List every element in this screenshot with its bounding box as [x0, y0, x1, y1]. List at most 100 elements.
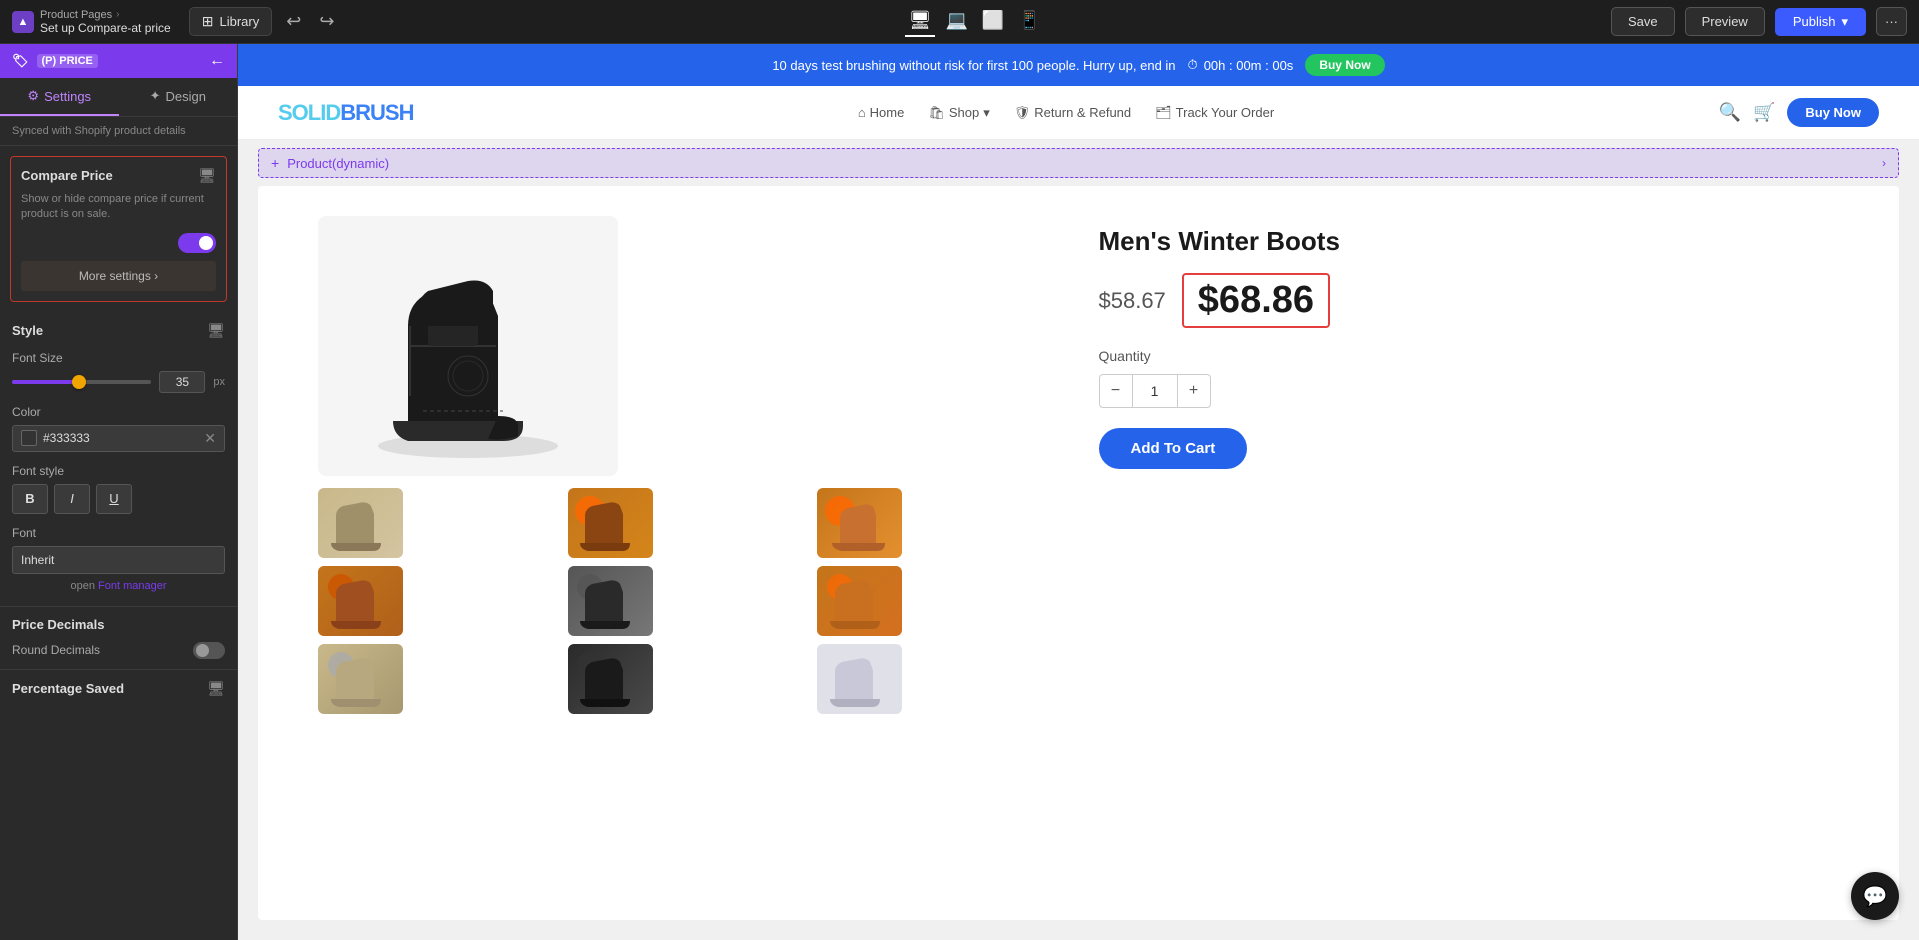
mobile-icon[interactable]: 📱: [1014, 6, 1044, 37]
shop-icon: 🛍: [928, 105, 945, 121]
round-decimals-toggle[interactable]: [193, 642, 225, 659]
font-size-input[interactable]: 35: [159, 371, 205, 393]
compare-price-device-icon: 🖥: [198, 167, 216, 184]
compare-price-toggle[interactable]: [178, 233, 216, 253]
price-decimals-section: Price Decimals Round Decimals: [0, 607, 237, 670]
nav-track-label: Track Your Order: [1176, 105, 1275, 120]
bold-button[interactable]: B: [12, 484, 48, 514]
desktop-icon[interactable]: 🖥: [905, 6, 936, 37]
chat-icon[interactable]: 💬: [1851, 872, 1899, 920]
style-header: Style 🖥: [12, 322, 225, 339]
main-content: 🏷 (P) PRICE ← ⚙ Settings ✦ Design Synced…: [0, 44, 1919, 940]
product-details: Men's Winter Boots $58.67 $68.86 Quantit…: [1099, 216, 1840, 890]
publish-button[interactable]: Publish ▾: [1775, 8, 1866, 36]
color-hex-value: #333333: [43, 431, 198, 445]
font-manager-link[interactable]: Font manager: [98, 580, 166, 592]
font-size-label: Font Size: [12, 351, 225, 365]
nav-track-order[interactable]: 🗂 Track Your Order: [1155, 105, 1274, 121]
thumbnail-1[interactable]: [318, 488, 403, 558]
top-bar: ▲ Product Pages › Set up Compare-at pric…: [0, 0, 1919, 44]
font-manager-row: open Font manager: [12, 580, 225, 592]
thumbnail-grid: [318, 488, 1059, 714]
thumbnail-4[interactable]: [318, 566, 403, 636]
style-section: Style 🖥 Font Size 35 px Color #333333 ✕: [0, 312, 237, 607]
thumbnail-9[interactable]: [817, 644, 902, 714]
slider-thumb[interactable]: [72, 375, 86, 389]
font-select[interactable]: Inherit: [12, 546, 225, 574]
chat-bubble-icon: 💬: [1863, 884, 1888, 909]
round-decimals-label: Round Decimals: [12, 643, 100, 657]
chevron-icon: ▾: [983, 105, 990, 121]
percentage-device-icon: 🖥: [207, 680, 225, 697]
search-icon[interactable]: 🔍: [1719, 102, 1741, 123]
preview-button[interactable]: Preview: [1685, 7, 1765, 36]
sidebar-tabs: ⚙ Settings ✦ Design: [0, 78, 237, 117]
style-title: Style: [12, 323, 43, 338]
laptop-icon[interactable]: 💻: [941, 6, 971, 37]
logo-area: ▲ Product Pages › Set up Compare-at pric…: [12, 9, 171, 35]
logo-solid: SOLID: [278, 100, 340, 125]
tablet-icon[interactable]: ⬜: [978, 6, 1008, 37]
thumbnail-3[interactable]: [817, 488, 902, 558]
thumbnail-2[interactable]: [568, 488, 653, 558]
synced-notice: Synced with Shopify product details: [0, 117, 237, 146]
font-size-slider[interactable]: [12, 380, 151, 384]
nav-home-label: Home: [870, 105, 905, 120]
color-input[interactable]: #333333 ✕: [12, 425, 225, 452]
more-options-button[interactable]: ···: [1876, 7, 1907, 36]
italic-button[interactable]: I: [54, 484, 90, 514]
font-select-row: Inherit: [12, 546, 225, 574]
grid-icon: ⊞: [202, 13, 214, 30]
product-dynamic-banner[interactable]: + Product(dynamic) ›: [258, 148, 1899, 178]
store-nav-icons: 🔍 🛒 Buy Now: [1719, 98, 1879, 127]
price-decimals-title: Price Decimals: [12, 617, 225, 632]
breadcrumb: Product Pages ›: [40, 9, 171, 21]
add-to-cart-button[interactable]: Add To Cart: [1099, 428, 1248, 469]
nav-return-refund[interactable]: 🛡 Return & Refund: [1014, 105, 1131, 121]
nav-shop-label: Shop: [949, 105, 979, 120]
countdown-timer: ⏱ 00h : 00m : 00s: [1188, 57, 1294, 73]
save-button[interactable]: Save: [1611, 7, 1675, 36]
library-label: Library: [219, 14, 259, 29]
tab-design[interactable]: ✦ Design: [119, 78, 238, 116]
font-size-slider-row: 35 px: [12, 371, 225, 393]
timer-value: 00h : 00m : 00s: [1204, 58, 1294, 73]
sidebar-title: 🏷 (P) PRICE: [12, 53, 98, 69]
design-tab-label: Design: [165, 89, 205, 104]
compare-price-description: Show or hide compare price if current pr…: [21, 192, 216, 223]
store-nav-buy-button[interactable]: Buy Now: [1787, 98, 1879, 127]
percentage-saved-section: Percentage Saved 🖥: [0, 670, 237, 707]
style-device-icon: 🖥: [207, 322, 225, 339]
thumbnail-5[interactable]: [568, 566, 653, 636]
more-settings-button[interactable]: More settings ›: [21, 261, 216, 291]
track-icon: 🗂: [1155, 105, 1172, 121]
color-swatch: [21, 430, 37, 446]
p-price-icon: 🏷: [12, 53, 29, 69]
slider-fill: [12, 380, 75, 384]
undo-button[interactable]: ↩: [282, 7, 305, 36]
color-clear-icon[interactable]: ✕: [204, 430, 216, 447]
chevron-down-icon: ▾: [1841, 14, 1848, 30]
main-product-image: [318, 216, 618, 476]
breadcrumb-text: Product Pages: [40, 9, 112, 21]
settings-icon: ⚙: [27, 88, 39, 104]
cart-icon[interactable]: 🛒: [1753, 102, 1775, 123]
tab-settings[interactable]: ⚙ Settings: [0, 78, 119, 116]
color-row: #333333 ✕: [12, 425, 225, 452]
announcement-buy-now-button[interactable]: Buy Now: [1305, 54, 1384, 76]
thumbnail-8[interactable]: [568, 644, 653, 714]
library-button[interactable]: ⊞ Library: [189, 7, 272, 36]
compare-price-title: Compare Price: [21, 168, 113, 183]
compare-price-section: Compare Price 🖥 Show or hide compare pri…: [10, 156, 227, 302]
product-title: Men's Winter Boots: [1099, 226, 1840, 257]
nav-home[interactable]: ⌂ Home: [858, 105, 905, 120]
sidebar-back-button[interactable]: ←: [209, 52, 225, 70]
quantity-increase-button[interactable]: +: [1177, 374, 1211, 408]
breadcrumb-arrow-icon: ›: [116, 9, 119, 20]
thumbnail-7[interactable]: [318, 644, 403, 714]
underline-button[interactable]: U: [96, 484, 132, 514]
nav-shop[interactable]: 🛍 Shop ▾: [928, 105, 989, 121]
thumbnail-6[interactable]: [817, 566, 902, 636]
quantity-decrease-button[interactable]: −: [1099, 374, 1133, 408]
redo-button[interactable]: ↪: [315, 7, 338, 36]
